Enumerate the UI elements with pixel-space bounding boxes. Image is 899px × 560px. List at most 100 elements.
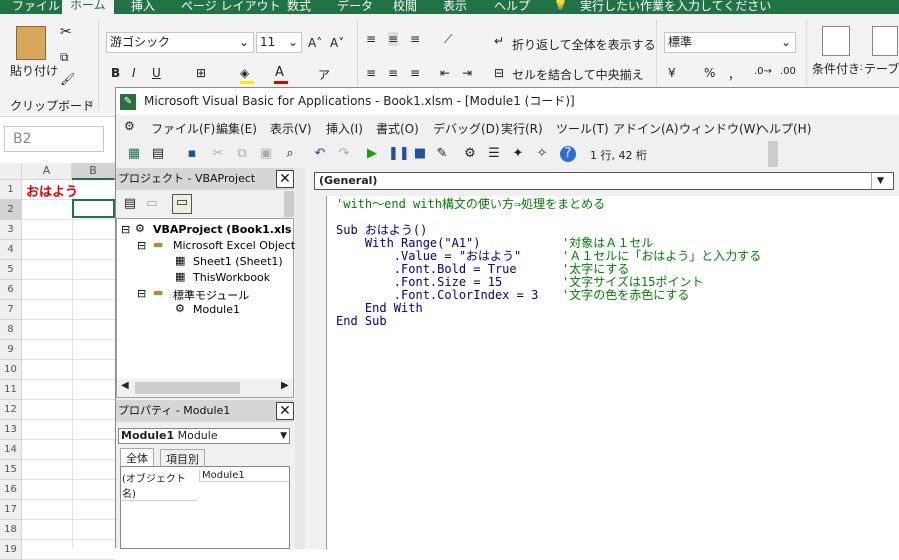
tab-alphabetic[interactable]: 全体 (120, 448, 154, 467)
tab-home[interactable]: ホーム (62, 0, 114, 14)
row-header[interactable]: 11 (0, 380, 22, 400)
expand-icon[interactable]: ⊟ (121, 223, 130, 236)
align-top-icon[interactable]: ≡ (366, 32, 376, 46)
menu-format[interactable]: 書式(O) (376, 120, 419, 137)
property-value[interactable]: Module1 (199, 470, 289, 482)
expand-icon[interactable]: ⊟ (137, 239, 146, 252)
name-box[interactable]: B2 (4, 126, 104, 152)
row-header[interactable]: 16 (0, 480, 22, 500)
conditional-format-button[interactable]: 条件付き書式 (812, 62, 862, 76)
menu-edit[interactable]: 編集(E) (216, 120, 257, 137)
column-header-b[interactable]: B (72, 163, 115, 180)
selected-cell-b2[interactable] (72, 199, 115, 218)
increase-indent-icon[interactable]: ⇥ (462, 66, 472, 80)
cut-icon[interactable]: ✂ (210, 146, 226, 162)
font-name-box[interactable]: 游ゴシック ⌄ (106, 32, 254, 53)
tree-vbaproject[interactable]: VBAProject (Book1.xls (153, 223, 291, 236)
expand-icon[interactable]: ⊟ (137, 287, 146, 300)
scroll-thumb[interactable] (135, 382, 240, 394)
row-header[interactable]: 14 (0, 440, 22, 460)
tab-data[interactable]: データ (337, 0, 373, 14)
conditional-format-icon[interactable] (822, 26, 850, 56)
row-header[interactable]: 18 (0, 520, 22, 540)
paste-button[interactable]: 貼り付け (10, 62, 58, 79)
table-format-icon[interactable] (872, 26, 898, 56)
view-code-icon[interactable]: ▤ (122, 196, 138, 212)
row-header[interactable]: 1 (0, 180, 22, 200)
row-header[interactable]: 10 (0, 360, 22, 380)
row-header[interactable]: 3 (0, 220, 22, 240)
copy-icon[interactable]: ⧉ (60, 50, 69, 65)
number-format-box[interactable]: 標準 ⌄ (664, 32, 796, 53)
tree-thisworkbook[interactable]: ThisWorkbook (193, 271, 270, 284)
underline-button[interactable]: U (152, 66, 161, 80)
menu-addins[interactable]: アドイン(A) (613, 120, 679, 137)
menu-debug[interactable]: デバッグ(D) (433, 120, 500, 137)
code-comment-5[interactable]: '文字の色を赤色にする (562, 289, 689, 302)
vbe-menu-icon[interactable]: ⚙ (124, 119, 135, 133)
margin-indicator-bar[interactable] (308, 196, 326, 549)
align-center-icon[interactable]: ≡ (388, 66, 398, 80)
wrap-text-button[interactable]: 折り返して全体を表示する (512, 36, 656, 53)
code-editor[interactable]: 'with～end with構文の使い方⇒処理をまとめる Sub おはよう() … (326, 196, 899, 549)
row-header[interactable]: 8 (0, 320, 22, 340)
row-header[interactable]: 9 (0, 340, 22, 360)
row-header[interactable]: 5 (0, 260, 22, 280)
run-icon[interactable]: ▶ (364, 146, 380, 162)
tell-me-search[interactable]: 実行したい作業を入力してください (580, 0, 771, 14)
tab-view[interactable]: 表示 (443, 0, 467, 14)
stop-icon[interactable]: ■ (412, 146, 428, 162)
italic-button[interactable]: I (132, 66, 136, 80)
row-header[interactable]: 13 (0, 420, 22, 440)
tree-sheet1[interactable]: Sheet1 (Sheet1) (193, 255, 283, 268)
code-line-end-sub[interactable]: End Sub (336, 315, 387, 328)
pane-splitter[interactable] (295, 168, 305, 549)
format-painter-icon[interactable]: 🖌 (60, 72, 75, 86)
align-bottom-icon[interactable]: ≡ (410, 32, 420, 46)
percent-button[interactable]: % (704, 66, 715, 80)
row-header[interactable]: 6 (0, 280, 22, 300)
font-color-icon[interactable]: A (275, 65, 284, 80)
insert-module-icon[interactable]: ▤ (150, 146, 166, 162)
bold-button[interactable]: B (111, 66, 120, 80)
font-size-box[interactable]: 11 ⌄ (256, 32, 302, 53)
toolbox-icon[interactable]: ✧ (534, 146, 550, 162)
row-header[interactable]: 7 (0, 300, 22, 320)
phonetic-icon[interactable]: ア (318, 66, 330, 83)
toolbar-grip[interactable] (768, 141, 778, 167)
copy-icon[interactable]: ⧉ (234, 146, 250, 162)
pause-icon[interactable]: ❚❚ (388, 146, 410, 162)
tab-page-layout[interactable]: ページ レイアウト (181, 0, 281, 14)
menu-run[interactable]: 実行(R) (501, 120, 543, 137)
close-icon[interactable]: ✕ (276, 402, 294, 420)
project-explorer-icon[interactable]: ⚙ (462, 146, 478, 162)
table-format-button[interactable]: テーブル書式 (864, 62, 899, 76)
chevron-down-icon[interactable]: ▼ (871, 173, 889, 189)
select-all[interactable] (0, 163, 22, 180)
menu-file[interactable]: ファイル(F) (151, 120, 215, 137)
align-left-icon[interactable]: ≡ (366, 66, 376, 80)
find-icon[interactable]: ⌕ (282, 146, 298, 162)
tree-excel-objects[interactable]: Microsoft Excel Object (173, 239, 295, 252)
decrease-decimal-icon[interactable]: .00 (780, 66, 796, 77)
borders-icon[interactable]: ⊞ (196, 66, 206, 80)
orientation-icon[interactable]: ⟋ (444, 32, 452, 47)
shrink-font-icon[interactable]: A˅ (330, 36, 344, 50)
tab-file[interactable]: ファイル (12, 0, 60, 14)
merge-center-button[interactable]: セルを結合して中央揃え (512, 66, 644, 83)
undo-icon[interactable]: ↶ (312, 146, 328, 162)
paste-icon[interactable] (16, 26, 46, 60)
properties-icon[interactable]: ☰ (486, 146, 502, 162)
tree-standard-modules[interactable]: 標準モジュール (173, 287, 249, 303)
increase-decimal-icon[interactable]: .0→ (754, 66, 772, 77)
menu-tools[interactable]: ツール(T) (556, 120, 609, 137)
menu-insert[interactable]: 挿入(I) (326, 120, 363, 137)
paste-icon[interactable]: ▣ (258, 146, 274, 162)
row-header[interactable]: 15 (0, 460, 22, 480)
redo-icon[interactable]: ↷ (336, 146, 352, 162)
align-right-icon[interactable]: ≡ (410, 66, 420, 80)
row-header[interactable]: 19 (0, 540, 22, 560)
row-header[interactable]: 4 (0, 240, 22, 260)
scroll-right-icon[interactable]: ▶ (281, 380, 289, 391)
menu-view[interactable]: 表示(V) (270, 120, 312, 137)
